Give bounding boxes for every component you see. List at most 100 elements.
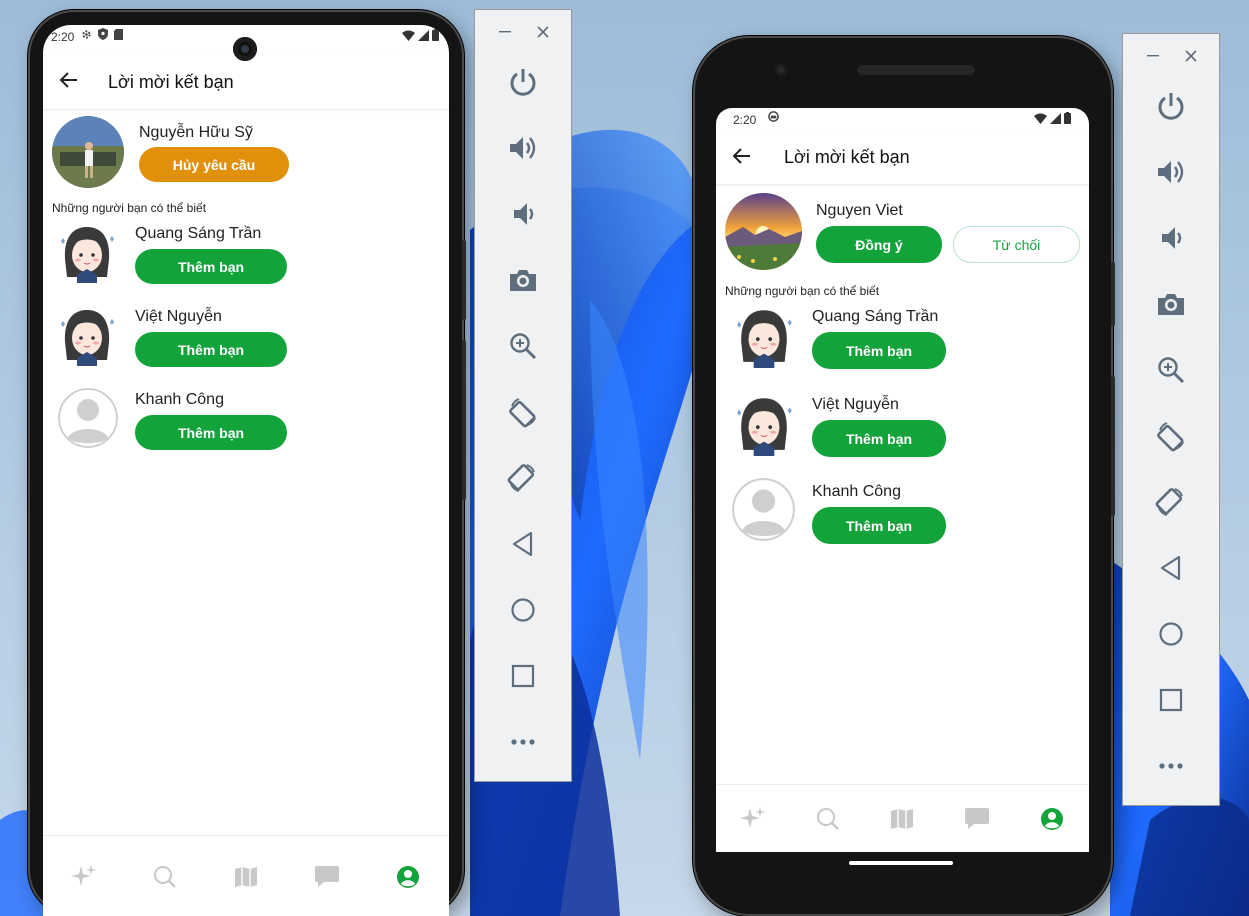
avatar xyxy=(732,478,795,541)
nav-map[interactable] xyxy=(882,799,922,839)
add-friend-button[interactable]: Thêm bạn xyxy=(812,507,946,544)
settings-status-icon xyxy=(82,29,91,39)
add-friend-button[interactable]: Thêm bạn xyxy=(812,332,946,369)
overview-button[interactable] xyxy=(1151,680,1191,720)
status-time: 2:20 xyxy=(51,30,75,44)
suggestion-name: Khanh Công xyxy=(812,483,901,500)
photo-avatar xyxy=(52,116,124,188)
nav-chat[interactable] xyxy=(957,799,997,839)
back-icon xyxy=(1160,555,1181,581)
home-icon xyxy=(1159,622,1183,646)
home-indicator[interactable] xyxy=(196,912,294,916)
more-button[interactable] xyxy=(1151,746,1191,786)
profile-icon xyxy=(1040,808,1063,830)
volume-down-button[interactable] xyxy=(503,194,543,234)
suggestion-name: Việt Nguyễn xyxy=(135,308,222,325)
suggestion-name: Quang Sáng Trần xyxy=(135,225,262,242)
back-button[interactable] xyxy=(503,524,543,564)
cancel-request-button[interactable]: Hủy yêu cầu xyxy=(139,147,289,182)
page-title: Lời mời kết bạn xyxy=(784,147,910,167)
rotate-left-icon xyxy=(509,398,536,428)
rotate-right-button[interactable] xyxy=(503,458,543,498)
nav-profile[interactable] xyxy=(1032,799,1072,839)
nav-explore[interactable] xyxy=(64,857,104,897)
overview-icon xyxy=(511,664,535,688)
nav-search[interactable] xyxy=(145,857,185,897)
app-bar: Lời mời kết bạn xyxy=(43,53,449,110)
volume-down-button[interactable] xyxy=(1151,218,1191,258)
add-friend-button[interactable]: Thêm bạn xyxy=(135,332,287,367)
app-bar: Lời mời kết bạn xyxy=(716,130,1089,185)
volume-up-icon xyxy=(510,137,536,159)
minimize-icon[interactable] xyxy=(1143,46,1163,66)
avatar xyxy=(52,116,124,188)
nav-search[interactable] xyxy=(808,799,848,839)
power-icon xyxy=(1158,93,1184,120)
volume-down-icon xyxy=(1162,227,1182,249)
nav-profile[interactable] xyxy=(388,857,428,897)
default-avatar-icon xyxy=(732,478,795,541)
add-friend-button[interactable]: Thêm bạn xyxy=(812,420,946,457)
screenshot-button[interactable] xyxy=(503,260,543,300)
avatar xyxy=(731,390,797,456)
rotate-right-button[interactable] xyxy=(1151,482,1191,522)
close-icon[interactable] xyxy=(1181,46,1201,66)
nav-chat[interactable] xyxy=(307,857,347,897)
cartoon-girl-avatar xyxy=(731,390,797,456)
sparkle-icon xyxy=(70,865,96,886)
add-friend-button[interactable]: Thêm bạn xyxy=(135,415,287,450)
emulator-toolbar-right xyxy=(1122,33,1220,806)
chat-icon xyxy=(315,866,340,887)
nav-explore[interactable] xyxy=(733,799,773,839)
rotate-left-button[interactable] xyxy=(1151,416,1191,456)
search-icon xyxy=(153,866,176,888)
device-frame-left: 2:20 Lời mời kết bạn Nguyễn Hữu Sỹ Hủy y… xyxy=(28,10,466,916)
more-button[interactable] xyxy=(503,722,543,762)
device-side-button xyxy=(1111,376,1115,516)
power-button[interactable] xyxy=(1151,86,1191,126)
battery-icon xyxy=(1064,112,1071,124)
home-indicator[interactable] xyxy=(849,861,953,865)
device-frame-right: 2:20 Lời mời kết bạn Nguyen Viet Đồng ý … xyxy=(693,36,1115,916)
volume-up-button[interactable] xyxy=(1151,152,1191,192)
zoom-button[interactable] xyxy=(503,326,543,366)
camera-icon xyxy=(1158,294,1184,315)
zoom-button[interactable] xyxy=(1151,350,1191,390)
search-icon xyxy=(816,808,839,830)
nav-map[interactable] xyxy=(226,857,266,897)
default-avatar-icon xyxy=(58,388,118,448)
requester-name: Nguyen Viet xyxy=(816,202,903,219)
sunset-photo-avatar xyxy=(725,193,802,270)
signal-icon xyxy=(418,29,429,41)
home-button[interactable] xyxy=(1151,614,1191,654)
device-screen: 2:20 Lời mời kết bạn xyxy=(43,25,449,916)
more-icon xyxy=(1159,763,1183,769)
decline-button[interactable]: Từ chối xyxy=(953,226,1080,263)
back-button[interactable] xyxy=(1151,548,1191,588)
accept-button[interactable]: Đồng ý xyxy=(816,226,942,263)
avatar xyxy=(55,302,119,366)
minimize-icon[interactable] xyxy=(495,22,515,42)
emulator-toolbar-left xyxy=(474,9,572,782)
power-icon xyxy=(510,69,536,96)
status-bar: 2:20 xyxy=(716,108,1089,130)
bottom-navigation xyxy=(716,784,1089,852)
overview-button[interactable] xyxy=(503,656,543,696)
close-icon[interactable] xyxy=(533,22,553,42)
zoom-icon xyxy=(1158,357,1185,384)
add-friend-button[interactable]: Thêm bạn xyxy=(135,249,287,284)
avatar xyxy=(55,219,119,283)
chat-icon xyxy=(965,808,990,829)
home-button[interactable] xyxy=(503,590,543,630)
device-side-button xyxy=(462,340,466,500)
volume-up-button[interactable] xyxy=(503,128,543,168)
wifi-icon xyxy=(402,30,415,41)
back-arrow-icon[interactable] xyxy=(57,68,81,92)
back-arrow-icon[interactable] xyxy=(730,144,754,168)
rotate-right-icon xyxy=(1155,488,1183,516)
screenshot-button[interactable] xyxy=(1151,284,1191,324)
suggestion-name: Quang Sáng Trần xyxy=(812,308,939,325)
front-camera xyxy=(775,64,787,76)
power-button[interactable] xyxy=(503,62,543,102)
rotate-left-button[interactable] xyxy=(503,392,543,432)
